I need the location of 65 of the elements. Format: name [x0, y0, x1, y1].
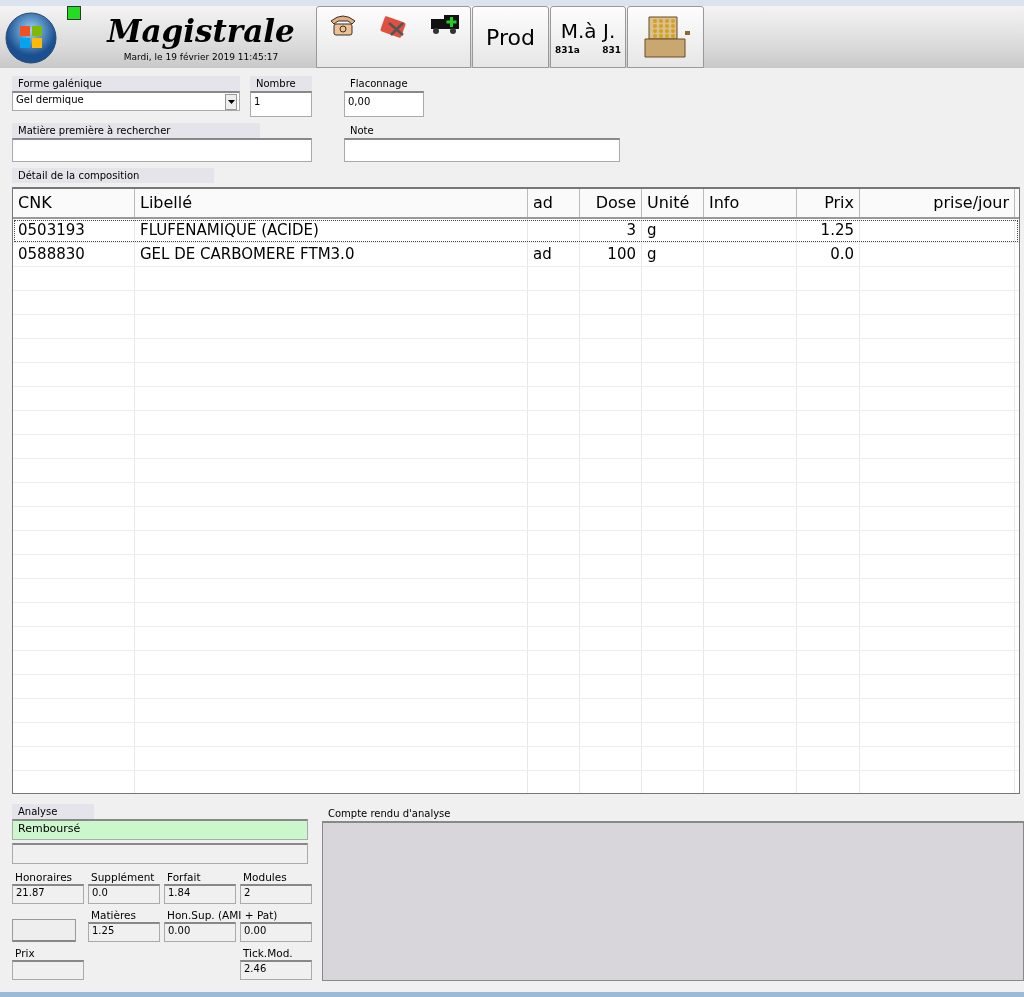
value-field: 21.87 [12, 884, 84, 904]
field-label: Modules [242, 870, 288, 884]
table-cell: g [642, 219, 704, 242]
table-cell: 0588830 [13, 243, 135, 266]
value-field: 2 [240, 884, 312, 904]
dropdown-arrow-icon [227, 100, 235, 104]
value-field: 0.00 [240, 922, 312, 942]
value-field: 1.84 [164, 884, 236, 904]
field-label: Note [349, 124, 375, 138]
column-header[interactable]: Libellé [135, 189, 528, 217]
galenic-form-dropdown[interactable]: Gel dermique [12, 91, 240, 111]
column-header[interactable]: Prix [797, 189, 860, 217]
table-cell: 0.0 [797, 243, 860, 266]
update-label: M.à J. [560, 19, 616, 43]
field-label: Forfait [166, 870, 202, 884]
field-label: Tick.Mod. [242, 946, 294, 960]
bottling-input[interactable]: 0,00 [344, 91, 424, 117]
table-cell: 100 [580, 243, 642, 266]
value-field [12, 960, 84, 980]
column-header[interactable]: Dose [580, 189, 642, 217]
value-field: 2.46 [240, 960, 312, 980]
field-label: Matières [90, 908, 137, 922]
column-header[interactable]: ad [528, 189, 580, 217]
table-row[interactable]: 0503193 FLUFENAMIQUE (ACIDE) 3 g 1.25 [13, 219, 1019, 243]
field-label: Supplément [90, 870, 156, 884]
field-label: Analyse [12, 804, 94, 819]
table-row[interactable]: 0588830 GEL DE CARBOMERE FTM3.0 ad 100 g 0.0 [13, 243, 1019, 267]
cash-register-button[interactable] [627, 6, 704, 68]
column-header[interactable]: Unité [642, 189, 704, 217]
table-cell: ad [528, 243, 580, 266]
field-label: Flaconnage [349, 77, 409, 91]
field-label: Honoraires [14, 870, 74, 884]
value-field: 1.25 [88, 922, 160, 942]
analysis-status-field: Remboursé [12, 819, 308, 840]
update-button[interactable]: M.à J. 831a 831 [550, 6, 626, 68]
column-header[interactable]: prise/jour [860, 189, 1015, 217]
ambulance-icon [429, 13, 460, 35]
date-time: Mardi, le 19 février 2019 11:45:17 [123, 52, 279, 62]
blank-button[interactable] [12, 919, 76, 942]
table-cell: GEL DE CARBOMERE FTM3.0 [135, 243, 528, 266]
prod-button[interactable]: Prod [472, 6, 549, 68]
field-label: Hon.Sup. (AMI + Pat) [166, 908, 279, 922]
table-cell: g [642, 243, 704, 266]
field-label: Forme galénique [12, 76, 240, 91]
section-label: Détail de la composition [12, 168, 214, 183]
app-title: Magistrale [107, 12, 295, 50]
start-orb-icon[interactable] [5, 12, 57, 64]
update-code: 831a [555, 45, 580, 55]
value-field: 0.00 [164, 922, 236, 942]
table-cell: 1.25 [797, 219, 860, 242]
note-input[interactable] [344, 138, 620, 162]
field-label: Compte rendu d'analyse [327, 808, 452, 819]
field-label: Prix [14, 946, 36, 960]
field-label: Nombre [250, 76, 312, 91]
table-cell: 3 [580, 219, 642, 242]
table-cell: FLUFENAMIQUE (ACIDE) [135, 219, 528, 242]
update-code: 831 [602, 45, 621, 55]
table-cell: 0503193 [13, 219, 135, 242]
column-header[interactable]: CNK [13, 189, 135, 217]
column-header[interactable]: Info [704, 189, 797, 217]
quick-actions-button[interactable] [316, 6, 471, 68]
value-field: 0.0 [88, 884, 160, 904]
search-input[interactable] [12, 138, 312, 162]
number-input[interactable]: 1 [250, 91, 312, 117]
field-label: Matière première à rechercher [12, 123, 260, 138]
